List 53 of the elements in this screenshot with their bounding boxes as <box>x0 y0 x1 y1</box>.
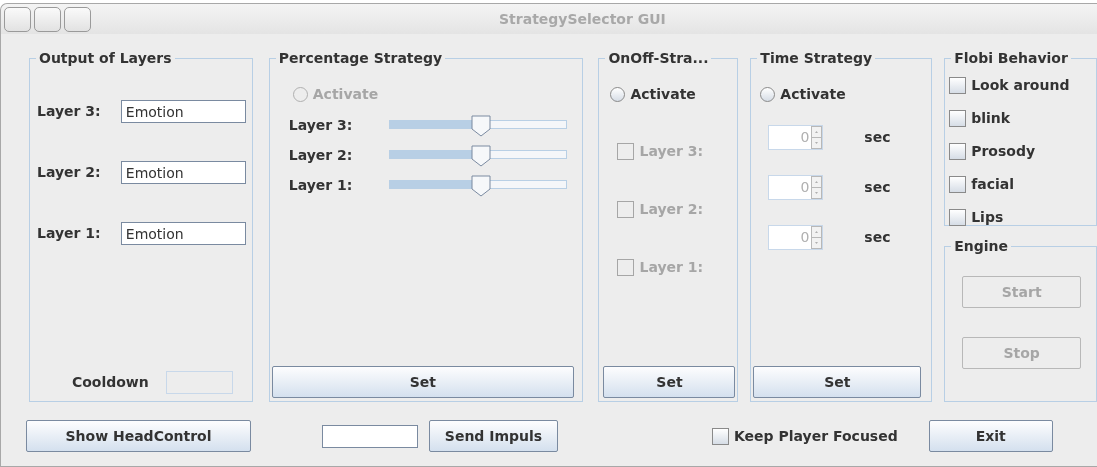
text-field[interactable]: Emotion <box>120 100 246 123</box>
checkbox-label: blink <box>971 109 1011 128</box>
exit-button[interactable]: Exit <box>928 420 1053 452</box>
field-label: Layer 2: <box>36 163 102 182</box>
checkbox-label: facial <box>971 175 1015 194</box>
radio-button[interactable] <box>760 87 776 102</box>
slider-thumb[interactable] <box>471 115 492 137</box>
unit-label: sec <box>864 228 891 247</box>
field-label: Layer 3: <box>36 102 102 121</box>
text-field[interactable]: Emotion <box>120 161 246 184</box>
checkbox-label: Keep Player Focused <box>734 426 898 446</box>
window-button[interactable] <box>64 6 91 32</box>
slider-label: Layer 3: <box>288 115 354 135</box>
set-button[interactable]: Set <box>753 366 922 398</box>
checkbox[interactable] <box>949 176 967 193</box>
window-title: StrategySelector GUI <box>499 9 666 29</box>
checkbox[interactable] <box>949 110 967 127</box>
checkbox-label: Layer 1: <box>639 258 704 277</box>
window-button[interactable] <box>34 6 61 32</box>
impulse-field[interactable] <box>322 424 418 448</box>
checkbox-label: Layer 2: <box>639 200 704 219</box>
group-title: Flobi Behavior <box>953 49 1069 67</box>
checkbox[interactable] <box>949 143 967 160</box>
send-impuls-button[interactable]: Send Impuls <box>429 420 558 452</box>
checkbox-label: Prosody <box>971 142 1036 161</box>
checkbox[interactable] <box>949 77 967 94</box>
slider-label: Layer 2: <box>288 145 354 165</box>
slider-thumb[interactable] <box>471 175 492 197</box>
radio-label: Activate <box>630 85 696 104</box>
checkbox-label: Layer 3: <box>639 142 704 161</box>
checkbox[interactable] <box>949 209 967 226</box>
group-title: Output of Layers <box>38 49 173 67</box>
slider-label: Layer 1: <box>288 175 354 195</box>
group-title: Time Strategy <box>759 49 874 67</box>
radio-label: Activate <box>312 85 379 104</box>
unit-label: sec <box>864 178 891 197</box>
field-label: Layer 1: <box>36 224 102 243</box>
unit-label: sec <box>864 128 891 147</box>
field-label: Cooldown <box>71 373 149 392</box>
group-title: Percentage Strategy <box>277 49 444 67</box>
group-title: OnOff-Stra... <box>607 49 710 67</box>
set-button[interactable]: Set <box>603 366 736 398</box>
checkbox[interactable] <box>712 427 729 445</box>
window-button[interactable] <box>4 6 31 32</box>
checkbox-label: Lips <box>971 208 1004 227</box>
checkbox-label: Look around <box>971 76 1070 95</box>
radio-button[interactable] <box>610 87 626 102</box>
text-field[interactable]: Emotion <box>120 222 246 245</box>
show-headcontrol-button[interactable]: Show HeadControl <box>26 420 251 452</box>
radio-label: Activate <box>780 85 846 104</box>
set-button[interactable]: Set <box>271 366 574 398</box>
group-title: Engine <box>953 237 1009 255</box>
slider-thumb[interactable] <box>471 145 492 167</box>
